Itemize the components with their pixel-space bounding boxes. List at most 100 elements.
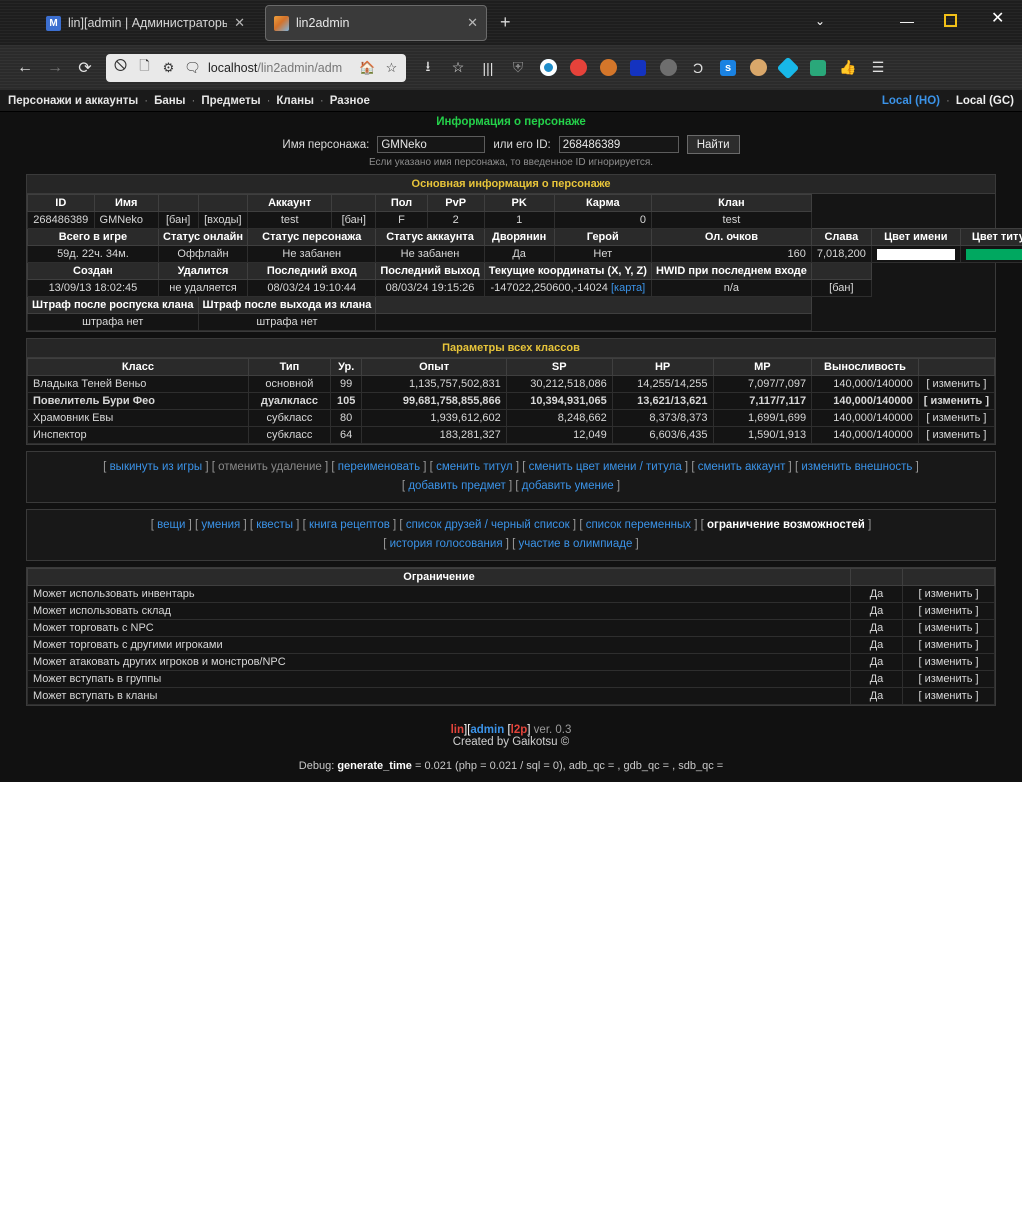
- home-icon[interactable]: 🏠: [359, 59, 376, 76]
- table-header-row: Всего в игре Статус онлайн Статус персон…: [27, 228, 1022, 246]
- map-link[interactable]: [карта]: [611, 282, 645, 294]
- cell-account[interactable]: test: [247, 211, 333, 229]
- c-logo-icon[interactable]: Ɔ: [684, 54, 712, 82]
- restriction-edit-link[interactable]: [ изменить ]: [902, 652, 995, 671]
- browser-toolbar-icons: ⭳ ☆ ||| ⛨ Ɔ s 👍 ☰: [414, 54, 1012, 82]
- action-change-title[interactable]: сменить титул: [436, 461, 513, 473]
- browser-tab-active[interactable]: lin2admin ✕: [265, 5, 487, 41]
- cell-account-ban-link[interactable]: [бан]: [331, 211, 377, 229]
- action-add-skill[interactable]: добавить умение: [522, 480, 614, 492]
- restriction-edit-link[interactable]: [ изменить ]: [902, 635, 995, 654]
- restriction-edit-link[interactable]: [ изменить ]: [902, 618, 995, 637]
- cell-name: GMNeko: [93, 211, 159, 229]
- maximize-button[interactable]: [944, 14, 957, 27]
- hamburger-menu-icon[interactable]: ☰: [864, 54, 892, 82]
- section-friends[interactable]: список друзей / черный список: [406, 519, 570, 531]
- cell-class-edit[interactable]: [ изменить ]: [917, 426, 996, 444]
- section-olympiad[interactable]: участие в олимпиаде: [519, 538, 633, 550]
- action-change-colors[interactable]: сменить цвет имени / титула: [529, 461, 682, 473]
- section-quests[interactable]: квесты: [256, 519, 293, 531]
- cell-logins-link[interactable]: [входы]: [197, 211, 249, 229]
- m-letter-icon: M: [46, 15, 61, 31]
- ublock-shield-icon[interactable]: ⛨: [504, 54, 532, 82]
- main-info-table: ID Имя Аккаунт Пол PvP PK Карма Клан 268…: [27, 194, 1022, 331]
- back-arrow-icon[interactable]: ←: [10, 53, 40, 83]
- restriction-edit-link[interactable]: [ изменить ]: [902, 601, 995, 620]
- bookmark-star-icon[interactable]: ☆: [383, 59, 400, 76]
- th-blank5: [375, 296, 812, 314]
- thumbsup-icon[interactable]: 👍: [834, 54, 862, 82]
- server-local-ho[interactable]: Local (HO): [882, 95, 940, 107]
- th-account-status: Статус аккаунта: [375, 228, 485, 246]
- action-add-item[interactable]: добавить предмет: [408, 480, 505, 492]
- bitwarden-icon[interactable]: [624, 54, 652, 82]
- cell-class-type: дуалкласс: [247, 392, 331, 410]
- honey-icon[interactable]: [564, 54, 592, 82]
- nav-item-bans[interactable]: Баны: [154, 95, 185, 107]
- restriction-label: Может использовать инвентарь: [27, 584, 851, 603]
- th-oly: Ол. очков: [650, 228, 812, 246]
- diamond-icon[interactable]: [774, 54, 802, 82]
- ghost-icon[interactable]: [654, 54, 682, 82]
- cell-delete: не удаляется: [157, 279, 249, 297]
- address-bar[interactable]: 🛇 🗋 ⚙ 🗨 localhost/lin2admin/adm 🏠 ☆: [106, 53, 406, 82]
- search-hint: Если указано имя персонажа, то введенное…: [368, 157, 654, 168]
- restriction-label: Может использовать склад: [27, 601, 851, 620]
- section-vote-history[interactable]: история голосования: [390, 538, 503, 550]
- action-kick[interactable]: выкинуть из игры: [110, 461, 203, 473]
- nav-item-clans[interactable]: Кланы: [276, 95, 314, 107]
- s-blue-icon[interactable]: s: [714, 54, 742, 82]
- char-name-label: Имя персонажа:: [282, 138, 370, 151]
- library-icon[interactable]: |||: [474, 54, 502, 82]
- classes-title: Параметры всех классов: [27, 339, 995, 358]
- download-icon[interactable]: ⭳: [414, 54, 442, 82]
- restriction-edit-link[interactable]: [ изменить ]: [902, 669, 995, 688]
- green-circle-icon[interactable]: [804, 54, 832, 82]
- section-skills[interactable]: умения: [201, 519, 240, 531]
- browser-tab-inactive[interactable]: M lin][admin | Администраторы ✕: [38, 5, 253, 41]
- action-change-appearance[interactable]: изменить внешность: [801, 461, 912, 473]
- cell-hwid-ban-link[interactable]: [бан]: [810, 279, 872, 297]
- cell-class-edit[interactable]: [ изменить ]: [917, 375, 996, 393]
- nav-item-characters[interactable]: Персонажи и аккаунты: [8, 95, 138, 107]
- no-tracking-icon[interactable]: 🗨: [184, 59, 201, 76]
- cell-ban-link[interactable]: [бан]: [157, 211, 199, 229]
- th-sp: SP: [505, 358, 613, 376]
- action-change-account[interactable]: сменить аккаунт: [698, 461, 786, 473]
- chevron-down-icon[interactable]: ⌄: [815, 14, 825, 28]
- actions-line-1: [ выкинуть из игры ] [ отменить удаление…: [103, 461, 919, 473]
- new-tab-button[interactable]: +: [500, 13, 511, 31]
- cookie-icon[interactable]: [744, 54, 772, 82]
- close-window-button[interactable]: ✕: [991, 11, 1004, 27]
- shield-off-icon[interactable]: 🛇: [112, 58, 129, 76]
- action-rename[interactable]: переименовать: [338, 461, 420, 473]
- search-name-input[interactable]: [377, 136, 486, 153]
- close-icon[interactable]: ✕: [467, 15, 478, 31]
- search-id-input[interactable]: [558, 136, 679, 153]
- section-items[interactable]: вещи: [157, 519, 185, 531]
- nav-item-misc[interactable]: Разное: [330, 95, 370, 107]
- section-variables[interactable]: список переменных: [586, 519, 691, 531]
- close-icon[interactable]: ✕: [234, 15, 245, 31]
- permissions-icon[interactable]: ⚙: [160, 59, 177, 76]
- th-fame: Слава: [810, 228, 872, 246]
- restriction-edit-link[interactable]: [ изменить ]: [902, 584, 995, 603]
- tab-title: lin2admin: [296, 16, 350, 30]
- cell-class-edit[interactable]: [ изменить ]: [917, 409, 996, 427]
- section-recipes[interactable]: книга рецептов: [309, 519, 390, 531]
- cell-class-exp: 1,135,757,502,831: [361, 375, 507, 393]
- bookmarks-star-icon[interactable]: ☆: [444, 54, 472, 82]
- search-submit-button[interactable]: Найти: [686, 135, 740, 154]
- cell-created: 13/09/13 18:02:45: [27, 279, 159, 297]
- cell-class-edit[interactable]: [ изменить ]: [917, 392, 996, 410]
- monkey-icon[interactable]: [594, 54, 622, 82]
- opera-circle-icon[interactable]: [534, 54, 562, 82]
- nav-item-items[interactable]: Предметы: [201, 95, 260, 107]
- restriction-edit-link[interactable]: [ изменить ]: [902, 686, 995, 705]
- tab-title: lin][admin | Администраторы: [68, 16, 228, 30]
- minimize-button[interactable]: —: [900, 14, 914, 28]
- forward-arrow-icon[interactable]: →: [40, 53, 70, 83]
- restriction-value: Да: [850, 686, 903, 705]
- cell-clan[interactable]: test: [650, 211, 812, 229]
- reload-icon[interactable]: ⟳: [70, 53, 100, 83]
